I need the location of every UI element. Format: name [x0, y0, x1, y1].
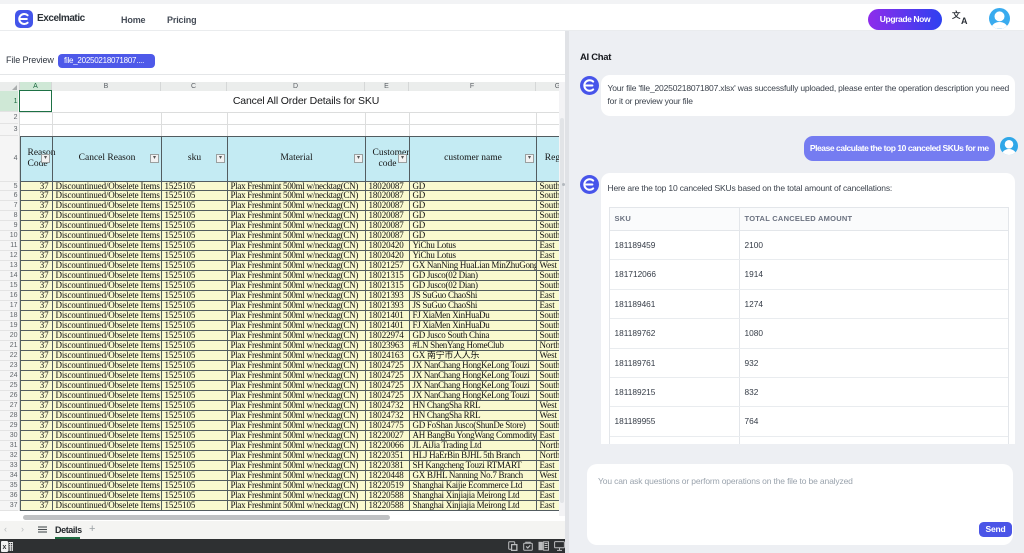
- svg-text:x: x: [3, 544, 7, 551]
